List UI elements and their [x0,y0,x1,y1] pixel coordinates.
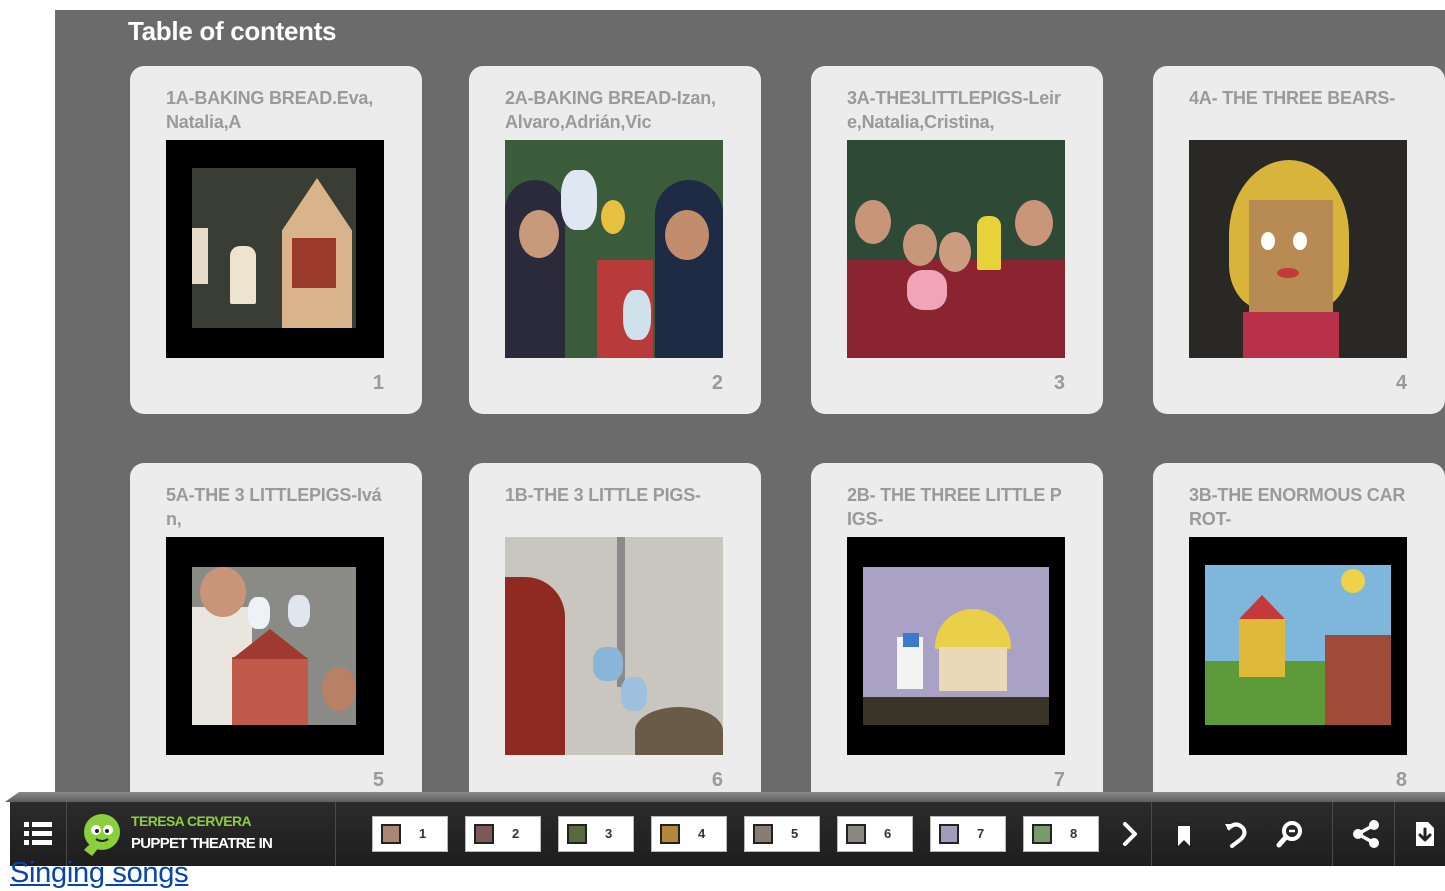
page-thumb-image [939,824,959,844]
toolbar-divider [335,802,336,866]
card-thumbnail [847,537,1065,755]
book-title: PUPPET THEATRE IN [131,835,273,852]
flipbook-stage: Table of contents 1A-BAKING BREAD.Eva,Na… [55,10,1445,792]
card-page-number: 4 [1395,372,1407,394]
singing-songs-link[interactable]: Singing songs [10,857,189,890]
card-page-number: 8 [1395,769,1407,791]
next-pages-button[interactable] [1114,818,1146,850]
chevron-right-icon [1123,822,1137,846]
card-title: 3B-THE ENORMOUS CARROT- [1189,485,1406,529]
card-page-number: 7 [1053,769,1065,791]
card-title: 3A-THE3LITTLEPIGS-Leire,Natalia,Cristina… [847,88,1061,132]
table-of-contents-button[interactable] [20,816,56,852]
toolbar-divider [1394,802,1395,866]
page-thumb-3[interactable]: 3 [558,816,634,852]
page-thumb-image [1032,824,1052,844]
page-thumb-image [567,824,587,844]
card-thumbnail [847,140,1065,358]
zoom-icon [1276,821,1302,848]
page-thumb-number: 8 [1070,826,1078,841]
card-thumbnail [505,537,723,755]
page-thumb-6[interactable]: 6 [837,816,913,852]
page-thumb-8[interactable]: 8 [1023,816,1099,852]
card-thumbnail [505,140,723,358]
card-page-number: 3 [1053,372,1065,394]
page-thumb-image [753,824,773,844]
page-thumb-image [381,824,401,844]
page-thumb-number: 6 [884,826,892,841]
bookmark-button[interactable] [1168,818,1200,850]
toc-card-1[interactable]: 1A-BAKING BREAD.Eva,Natalia,A 1 [130,66,422,414]
toc-card-6[interactable]: 1B-THE 3 LITTLE PIGS- 6 [469,463,761,792]
card-thumbnail [166,140,384,358]
card-page-number: 2 [711,372,723,394]
page-thumb-5[interactable]: 5 [744,816,820,852]
page-thumb-7[interactable]: 7 [930,816,1006,852]
list-icon [24,822,52,845]
zoom-button[interactable] [1274,818,1306,850]
card-thumbnail [1189,537,1407,755]
page-thumb-1[interactable]: 1 [372,816,448,852]
card-thumbnail [166,537,384,755]
card-page-number: 1 [372,372,384,394]
card-thumbnail [1189,140,1407,358]
page-thumb-2[interactable]: 2 [465,816,541,852]
toolbar-ledge [5,792,1445,802]
share-button[interactable] [1350,818,1382,850]
toc-card-3[interactable]: 3A-THE3LITTLEPIGS-Leire,Natalia,Cristina… [811,66,1103,414]
card-title: 4A- THE THREE BEARS- [1189,88,1396,108]
bottom-toolbar: TERESA CERVERA PUPPET THEATRE IN 1 2 3 4… [10,802,1445,866]
page-thumb-image [846,824,866,844]
card-title: 2A-BAKING BREAD-Izan,Alvaro,Adrián,Vic [505,88,716,132]
card-page-number: 5 [372,769,384,791]
toc-card-8[interactable]: 3B-THE ENORMOUS CARROT- 8 [1153,463,1445,792]
page-thumb-number: 5 [791,826,799,841]
author-name[interactable]: TERESA CERVERA [131,813,252,829]
author-avatar[interactable] [78,810,122,858]
rotate-icon [1225,822,1247,848]
page-thumb-image [660,824,680,844]
card-page-number: 6 [711,769,723,791]
page-thumb-4[interactable]: 4 [651,816,727,852]
page-thumb-number: 3 [605,826,613,841]
toc-card-2[interactable]: 2A-BAKING BREAD-Izan,Alvaro,Adrián,Vic 2 [469,66,761,414]
card-title: 1B-THE 3 LITTLE PIGS- [505,485,701,505]
page-thumb-number: 2 [512,826,520,841]
page-thumb-number: 7 [977,826,985,841]
toolbar-divider [1151,802,1152,866]
download-icon [1416,822,1434,846]
card-title: 2B- THE THREE LITTLE PIGS- [847,485,1062,529]
card-title: 1A-BAKING BREAD.Eva,Natalia,A [166,88,374,132]
page-thumb-image [474,824,494,844]
rotate-button[interactable] [1220,818,1252,850]
page-thumb-number: 4 [698,826,706,841]
share-icon [1353,820,1379,848]
toc-card-7[interactable]: 2B- THE THREE LITTLE PIGS- 7 [811,463,1103,792]
bookmark-icon [1178,822,1190,846]
toc-card-4[interactable]: 4A- THE THREE BEARS- 4 [1153,66,1445,414]
page-thumb-number: 1 [419,826,427,841]
download-button[interactable] [1408,818,1440,850]
toolbar-divider [1332,802,1333,866]
card-title: 5A-THE 3 LITTLEPIGS-Iván, [166,485,382,529]
toc-title: Table of contents [128,16,337,46]
toc-card-5[interactable]: 5A-THE 3 LITTLEPIGS-Iván, 5 [130,463,422,792]
